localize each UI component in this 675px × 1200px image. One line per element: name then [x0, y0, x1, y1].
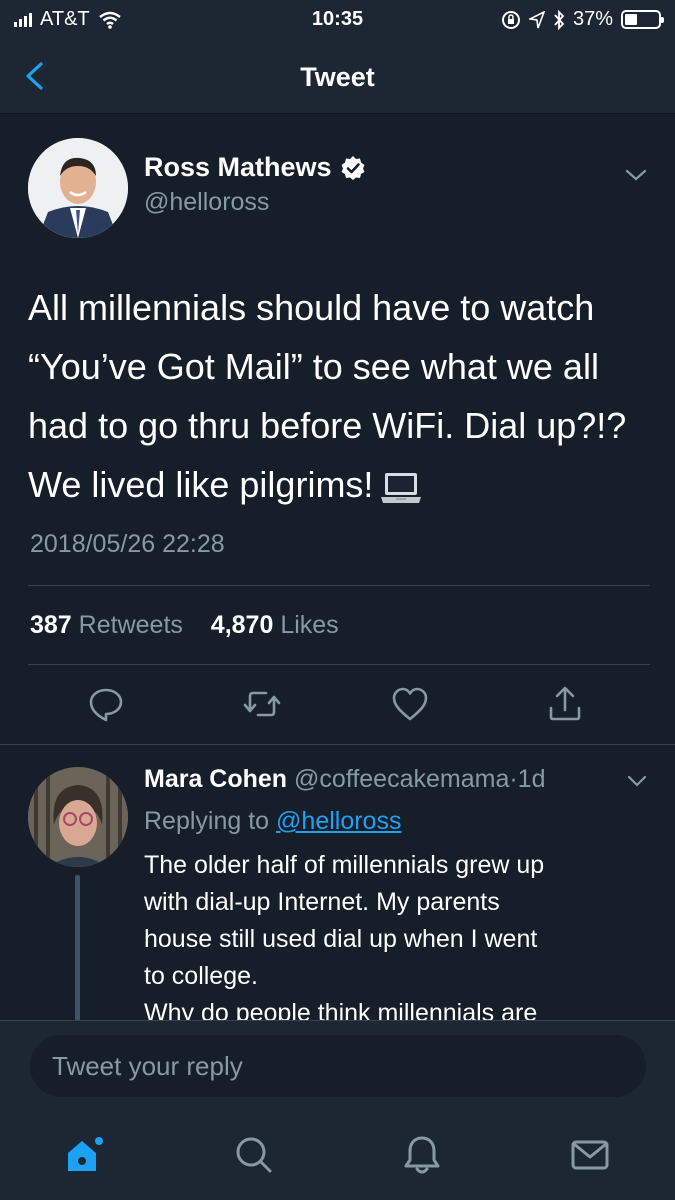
chevron-down-icon[interactable]: [623, 162, 649, 188]
reply-tweet[interactable]: Mara Cohen @coffeecakemama·1d Replying t…: [0, 744, 675, 1020]
reply-separator: ·: [509, 765, 518, 793]
reply-header: Mara Cohen @coffeecakemama·1d: [144, 765, 545, 794]
divider: [28, 664, 650, 665]
author-name-row[interactable]: Ross Mathews: [144, 152, 366, 183]
reply-text-line: to college.: [144, 962, 258, 990]
retweets-label[interactable]: Retweets: [79, 611, 183, 639]
author-name[interactable]: Ross Mathews: [144, 152, 332, 183]
reply-text-line: The older half of millennials grew up: [144, 851, 545, 879]
search-icon[interactable]: [232, 1133, 276, 1177]
laptop-icon: [381, 473, 422, 504]
tweet-text: All millennials should have to watch “Yo…: [28, 278, 653, 514]
avatar-image: [28, 767, 128, 867]
reply-age: 1d: [517, 765, 546, 793]
share-icon[interactable]: [545, 684, 585, 724]
reply-text-line: house still used dial up when I went: [144, 925, 538, 953]
reply-text-line: Why do people think millennials are: [144, 999, 538, 1020]
retweets-count[interactable]: 387: [30, 611, 72, 639]
retweet-icon[interactable]: [242, 684, 282, 724]
home-icon[interactable]: [62, 1133, 106, 1177]
tweet-body: All millennials should have to watch “Yo…: [28, 287, 627, 505]
tweet-actions: [0, 684, 675, 724]
page-title: Tweet: [300, 62, 375, 92]
location-icon: [528, 10, 545, 28]
tweet-timestamp: 2018/05/26 22:28: [30, 530, 225, 558]
thread-line: [75, 875, 80, 1020]
replying-to-link[interactable]: @helloross: [276, 807, 401, 835]
avatar[interactable]: [28, 767, 128, 867]
tab-bar: [0, 1115, 675, 1200]
nav-bar: Tweet: [0, 40, 675, 114]
chevron-down-icon[interactable]: [625, 769, 649, 793]
replying-prefix: Replying to: [144, 807, 270, 835]
bluetooth-icon: [554, 9, 565, 30]
battery-icon: [621, 10, 664, 29]
battery-percent: 37%: [572, 8, 613, 30]
reply-input[interactable]: [30, 1035, 646, 1097]
divider: [28, 585, 650, 586]
compose-bar: [0, 1020, 675, 1115]
reply-text: The older half of millennials grew up wi…: [144, 847, 644, 1020]
author-handle[interactable]: @helloross: [144, 188, 269, 217]
tweet-stats: 387 Retweets 4,870 Likes: [30, 611, 339, 640]
reply-author-name[interactable]: Mara Cohen: [144, 765, 287, 793]
avatar-image: [28, 138, 128, 238]
reply-text-line: with dial-up Internet. My parents: [144, 888, 500, 916]
likes-label[interactable]: Likes: [280, 611, 338, 639]
verified-badge-icon: [341, 155, 365, 180]
reply-icon[interactable]: [86, 684, 126, 724]
like-icon[interactable]: [390, 684, 430, 724]
replying-to: Replying to @helloross: [144, 807, 401, 836]
reply-author-handle[interactable]: @coffeecakemama: [294, 765, 509, 793]
tweet-detail: Ross Mathews @helloross All millennials …: [0, 114, 675, 744]
status-bar: AT&T 10:35 37%: [0, 0, 675, 40]
notifications-icon[interactable]: [400, 1133, 444, 1177]
messages-icon[interactable]: [568, 1133, 612, 1177]
orientation-lock-icon: [501, 10, 520, 29]
likes-count[interactable]: 4,870: [211, 611, 274, 639]
avatar[interactable]: [28, 138, 128, 238]
